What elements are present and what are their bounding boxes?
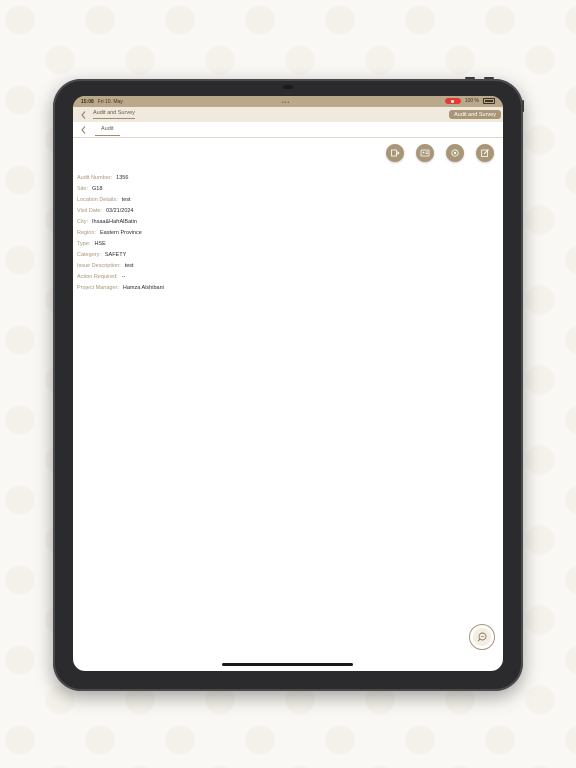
- volume-button: [484, 77, 494, 79]
- volume-button: [465, 77, 475, 79]
- sub-navigation-bar: Audit: [73, 122, 503, 138]
- detail-label: Audit Number:: [77, 174, 113, 181]
- nav-parent-title[interactable]: Audit and Survey: [93, 110, 135, 119]
- navigation-bar: Audit and Survey Audit and Survey: [73, 107, 503, 122]
- detail-row: City: Ihsaa&HafrAlBatin: [77, 216, 164, 227]
- chevron-left-icon: [80, 110, 85, 119]
- detail-row: Category: SAFETY: [77, 249, 164, 260]
- back-button[interactable]: [77, 108, 89, 122]
- detail-row: Site: G18: [77, 183, 164, 194]
- detail-value: test: [124, 262, 134, 269]
- detail-row: Location Details: test: [77, 194, 164, 205]
- detail-row: Region: Eastern Province: [77, 227, 164, 238]
- tab-audit[interactable]: Audit: [95, 123, 120, 136]
- detail-label: Category:: [77, 251, 101, 258]
- detail-row: Type: HSE: [77, 238, 164, 249]
- detail-value: Ihsaa&HafrAlBatin: [92, 218, 137, 225]
- search-chat-icon: [477, 632, 487, 642]
- detail-row: Audit Number: 1356: [77, 172, 164, 183]
- battery-icon: [483, 98, 495, 104]
- action-toolbar: [386, 144, 494, 162]
- multitask-dots[interactable]: •••: [282, 100, 290, 106]
- status-time: 15:08: [81, 98, 94, 105]
- id-card-button[interactable]: [416, 144, 434, 162]
- status-date: Fri 10. May: [97, 98, 123, 105]
- detail-value: HSE: [94, 240, 106, 247]
- module-badge[interactable]: Audit and Survey: [449, 110, 501, 119]
- app-screen: 15:08 Fri 10. May ••• 100 % Audit and Su…: [73, 96, 503, 671]
- battery-percent: 100 %: [464, 98, 479, 104]
- detail-label: Action Required:: [77, 273, 118, 280]
- detail-row: Project Manager: Hamza Alshibani: [77, 282, 164, 293]
- recording-indicator-icon: [444, 98, 461, 104]
- detail-value: Eastern Province: [99, 229, 142, 236]
- detail-label: Region:: [77, 229, 96, 236]
- edit-button[interactable]: [476, 144, 494, 162]
- detail-label: Location Details:: [77, 196, 118, 203]
- detail-label: Issue Description:: [77, 262, 121, 269]
- detail-value: test: [121, 196, 131, 203]
- edit-icon: [481, 149, 489, 157]
- back-button-secondary[interactable]: [77, 123, 89, 137]
- camera: [283, 85, 293, 89]
- detail-label: Site:: [77, 185, 89, 192]
- search-chat-button[interactable]: [469, 624, 495, 650]
- status-bar: 15:08 Fri 10. May ••• 100 %: [73, 96, 503, 107]
- id-card-icon: [420, 149, 430, 157]
- settings-icon: [451, 149, 459, 157]
- detail-value: Hamza Alshibani: [122, 284, 164, 291]
- detail-label: Project Manager:: [77, 284, 119, 291]
- detail-value: G18: [92, 185, 103, 192]
- audit-details: Audit Number: 1356 Site: G18 Location Deta…: [77, 172, 164, 293]
- detail-value: 1356: [116, 174, 129, 181]
- detail-row: Issue Description: test: [77, 260, 164, 271]
- settings-button[interactable]: [446, 144, 464, 162]
- detail-value: 03/21/2024: [105, 207, 134, 214]
- detail-row: Action Required: --: [77, 271, 164, 282]
- detail-value: SAFETY: [104, 251, 127, 258]
- side-button: [522, 100, 524, 112]
- detail-label: Visit Date:: [77, 207, 102, 214]
- detail-label: City:: [77, 218, 88, 225]
- assign-icon: [391, 149, 400, 157]
- home-indicator[interactable]: [222, 663, 353, 666]
- chevron-left-icon: [80, 125, 85, 134]
- detail-row: Visit Date: 03/21/2024: [77, 205, 164, 216]
- assign-button[interactable]: [386, 144, 404, 162]
- detail-value: --: [121, 273, 126, 280]
- detail-label: Type:: [77, 240, 91, 247]
